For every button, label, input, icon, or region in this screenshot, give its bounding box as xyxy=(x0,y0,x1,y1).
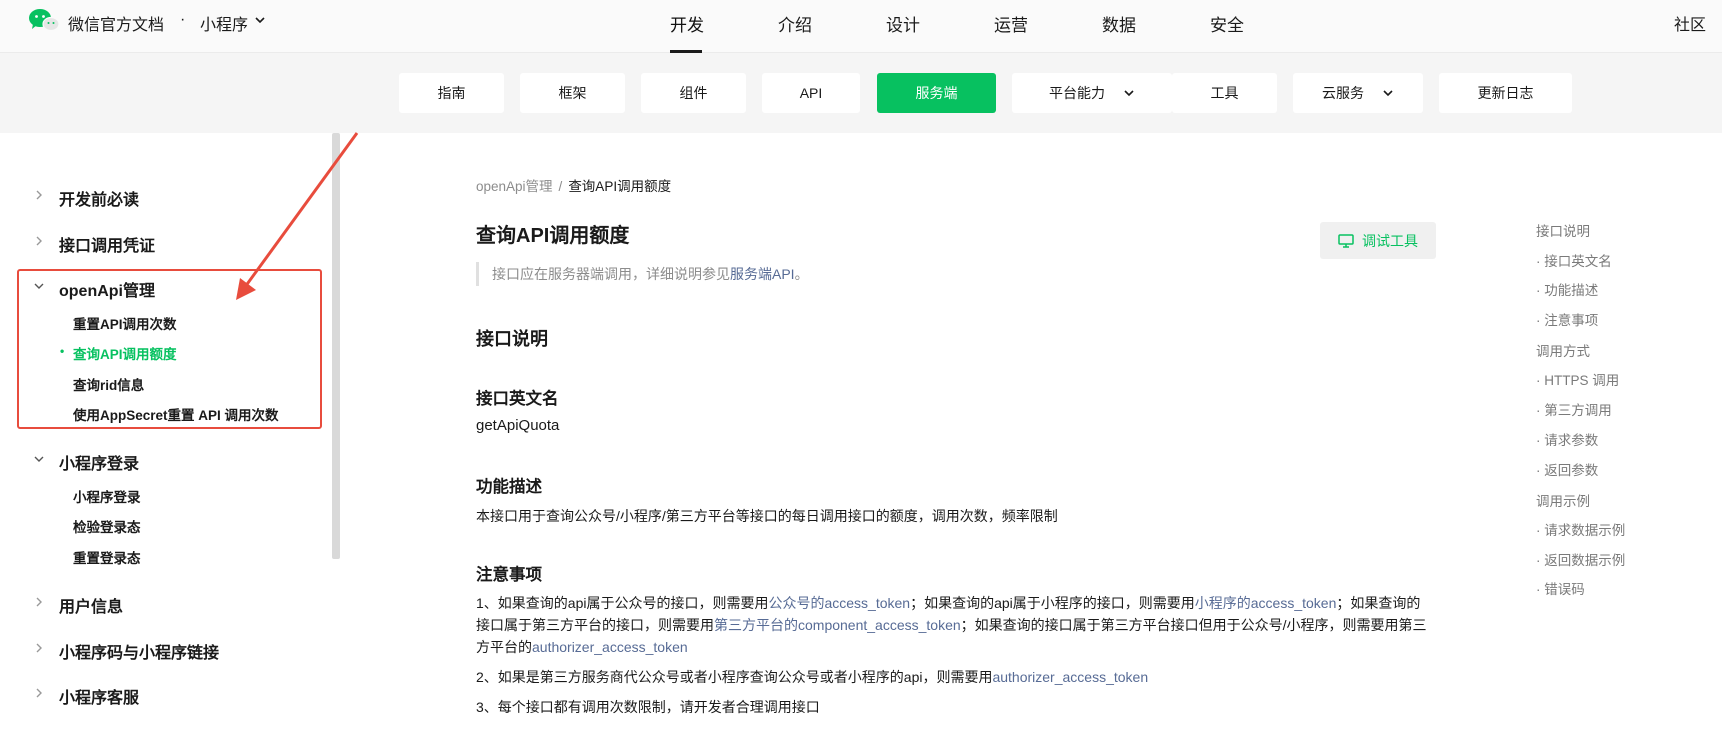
toc-item[interactable]: · 错误码 xyxy=(1536,578,1585,598)
section-function-description: 功能描述 xyxy=(476,478,542,496)
sidebar-group-label: 小程序码与小程序链接 xyxy=(59,645,220,662)
toc-item[interactable]: 接口说明 xyxy=(1536,220,1590,240)
toc-item[interactable]: · 请求参数 xyxy=(1536,429,1598,449)
section-notes: 注意事项 xyxy=(476,566,542,584)
toc-item[interactable]: 调用方式 xyxy=(1536,340,1590,360)
top-header: 微信官方文档 · 小程序 开发 介绍 设计 运营 数据 安全 社区 xyxy=(0,0,1722,53)
tab-label: 更新日志 xyxy=(1477,85,1534,101)
sidebar-group-label: 小程序登录 xyxy=(59,456,140,473)
notice-suffix: 。 xyxy=(794,266,809,282)
sidebar-scrollbar[interactable] xyxy=(332,133,340,559)
toc-item[interactable]: · 返回数据示例 xyxy=(1536,549,1625,569)
topnav-intro[interactable]: 介绍 xyxy=(778,11,812,36)
sidebar-item-check-session[interactable]: 检验登录态 xyxy=(73,516,141,536)
breadcrumb-current: 查询API调用额度 xyxy=(568,179,672,194)
chevron-down-icon xyxy=(1124,90,1134,97)
note-item-2: 2、如果是第三方服务商代公众号或者小程序查询公众号或者小程序的api，则需要用a… xyxy=(476,666,1431,688)
topnav-operation[interactable]: 运营 xyxy=(994,11,1028,36)
section-interface-description: 接口说明 xyxy=(476,329,548,349)
note-text: 1、如果查询的api属于公众号的接口，则需要用 xyxy=(476,595,769,611)
note-text: 2、如果是第三方服务商代公众号或者小程序查询公众号或者小程序的api，则需要用 xyxy=(476,669,993,685)
chevron-down-icon xyxy=(34,456,44,462)
official-account-token-link[interactable]: 公众号的access_token xyxy=(768,595,910,611)
toc-item[interactable]: · 返回参数 xyxy=(1536,459,1598,479)
note-text: ；如果查询的api属于小程序的接口，则需要用 xyxy=(910,595,1195,611)
chevron-right-icon xyxy=(36,597,42,607)
topnav-data[interactable]: 数据 xyxy=(1102,11,1136,36)
sidebar-group-label: 接口调用凭证 xyxy=(59,238,156,255)
page-title: 查询API调用额度 xyxy=(476,225,630,247)
breadcrumb-separator: / xyxy=(558,179,563,194)
tab-label: 平台能力 xyxy=(1049,85,1105,101)
breadcrumb-parent[interactable]: openApi管理 xyxy=(476,179,553,194)
topnav-develop[interactable]: 开发 xyxy=(670,11,704,36)
section-english-name: 接口英文名 xyxy=(476,390,559,408)
debug-tool-button[interactable]: 调试工具 xyxy=(1320,222,1436,259)
chevron-down-icon[interactable] xyxy=(254,14,266,26)
tab-platform-capability[interactable]: 平台能力 xyxy=(1012,73,1172,113)
tab-label: API xyxy=(799,85,823,101)
breadcrumb: openApi管理 / 查询API调用额度 xyxy=(476,175,671,195)
tab-label: 工具 xyxy=(1210,85,1239,101)
community-link[interactable]: 社区 xyxy=(1674,11,1706,35)
annotation-highlight-box xyxy=(17,269,322,429)
authorizer-token-link[interactable]: authorizer_access_token xyxy=(992,669,1148,685)
tab-cloud-service[interactable]: 云服务 xyxy=(1293,73,1423,113)
toc-item[interactable]: · HTTPS 调用 xyxy=(1536,369,1619,389)
brand-separator: · xyxy=(180,11,186,28)
chevron-right-icon xyxy=(36,688,42,698)
chevron-right-icon xyxy=(36,643,42,653)
sidebar-group-label: 开发前必读 xyxy=(59,192,140,209)
product-switcher-label[interactable]: 小程序 xyxy=(200,11,248,35)
tab-label: 指南 xyxy=(437,85,466,101)
miniprogram-token-link[interactable]: 小程序的access_token xyxy=(1195,595,1337,611)
notice-prefix: 接口应在服务器端调用，详细说明参见 xyxy=(492,266,730,282)
tab-components[interactable]: 组件 xyxy=(641,73,746,113)
toc-item[interactable]: · 注意事项 xyxy=(1536,309,1598,329)
brand-title[interactable]: 微信官方文档 xyxy=(68,11,164,35)
tab-api[interactable]: API xyxy=(762,73,860,113)
tab-label: 组件 xyxy=(679,85,708,101)
tab-tools[interactable]: 工具 xyxy=(1172,73,1277,113)
sidebar-item-reset-session[interactable]: 重置登录态 xyxy=(73,547,141,567)
api-english-name: getApiQuota xyxy=(476,417,560,434)
tab-server[interactable]: 服务端 xyxy=(877,73,996,113)
component-token-link[interactable]: 第三方平台的component_access_token xyxy=(714,617,961,633)
authorizer-token-link[interactable]: authorizer_access_token xyxy=(532,639,688,655)
topnav-security[interactable]: 安全 xyxy=(1210,11,1244,36)
tab-changelog[interactable]: 更新日志 xyxy=(1439,73,1572,113)
sub-navigation: 指南 框架 组件 API 服务端 平台能力 工具 云服务 更新日志 xyxy=(0,53,1722,133)
debug-tool-label: 调试工具 xyxy=(1362,232,1418,249)
topnav-design[interactable]: 设计 xyxy=(886,11,920,36)
wechat-logo-icon[interactable] xyxy=(28,7,60,33)
toc-item[interactable]: 调用示例 xyxy=(1536,490,1590,510)
sidebar-group-label: 用户信息 xyxy=(59,599,124,616)
tab-label: 框架 xyxy=(558,85,587,101)
toc-item[interactable]: · 接口英文名 xyxy=(1536,250,1612,270)
sidebar-item-login[interactable]: 小程序登录 xyxy=(73,486,141,506)
tab-label: 服务端 xyxy=(915,85,958,101)
sidebar-group-label: 小程序客服 xyxy=(59,690,140,707)
tab-guide[interactable]: 指南 xyxy=(399,73,504,113)
server-call-notice: 接口应在服务器端调用，详细说明参见服务端API。 xyxy=(476,262,809,286)
note-item-1: 1、如果查询的api属于公众号的接口，则需要用公众号的access_token；… xyxy=(476,592,1431,658)
toc-item[interactable]: · 请求数据示例 xyxy=(1536,519,1625,539)
function-description-text: 本接口用于查询公众号/小程序/第三方平台等接口的每日调用接口的额度，调用次数，频… xyxy=(476,508,1058,524)
chevron-right-icon xyxy=(36,236,42,246)
toc-item[interactable]: · 功能描述 xyxy=(1536,279,1598,299)
chevron-right-icon xyxy=(36,190,42,200)
note-item-3: 3、每个接口都有调用次数限制，请开发者合理调用接口 xyxy=(476,699,820,715)
server-api-link[interactable]: 服务端API xyxy=(730,266,795,282)
chevron-down-icon xyxy=(1383,90,1393,97)
tab-label: 云服务 xyxy=(1322,85,1364,101)
toc-item[interactable]: · 第三方调用 xyxy=(1536,399,1612,419)
tab-framework[interactable]: 框架 xyxy=(520,73,625,113)
monitor-icon xyxy=(1338,233,1354,248)
